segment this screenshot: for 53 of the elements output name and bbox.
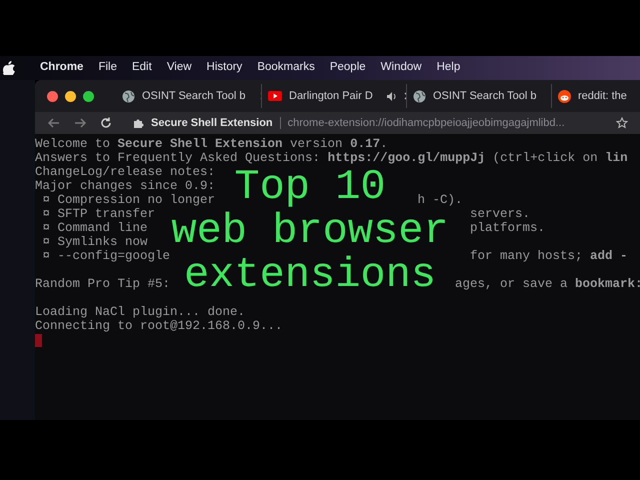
menu-item[interactable]: People	[330, 59, 366, 77]
terminal-text: for many hosts; add -	[470, 249, 628, 263]
star-icon[interactable]	[616, 117, 628, 129]
tab-title: OSINT Search Tool b	[433, 88, 537, 104]
video-play-icon	[268, 91, 282, 101]
overlay-title: web browser	[171, 209, 449, 253]
app-menu[interactable]: Chrome	[40, 59, 84, 77]
tab-title: Darlington Pair D	[289, 88, 373, 104]
puzzle-piece-icon	[133, 118, 144, 128]
menu-item[interactable]: File	[98, 59, 117, 77]
reload-icon[interactable]	[99, 116, 113, 130]
apple-logo-icon[interactable]	[3, 61, 15, 75]
overlay-title: extensions	[184, 253, 436, 297]
menu-item[interactable]: Edit	[132, 59, 152, 77]
minimize-window-icon[interactable]	[65, 90, 76, 102]
zoom-window-icon[interactable]	[83, 90, 94, 102]
terminal-text: Loading NaCl plugin... done.	[35, 305, 246, 319]
menu-item[interactable]: Help	[436, 59, 460, 77]
tab-title: reddit: the	[578, 88, 627, 104]
terminal-text: servers.	[470, 207, 530, 221]
back-arrow-icon[interactable]	[47, 116, 61, 130]
browser-tab[interactable]: OSINT Search Tool b	[116, 84, 261, 108]
terminal-text: Random Pro Tip #5:	[35, 277, 170, 291]
terminal-text: ¤ Symlinks now	[42, 235, 148, 249]
browser-tab[interactable]: Darlington Pair D	[261, 84, 406, 108]
terminal-text: ¤ Compression no longer	[42, 193, 216, 207]
menu-item[interactable]: Window	[380, 59, 422, 77]
menu-item[interactable]: History	[206, 59, 242, 77]
terminal-text: ¤ Command line	[42, 221, 148, 235]
speaker-icon[interactable]	[386, 92, 397, 100]
terminal-text: ChangeLog/release notes:	[35, 165, 216, 179]
terminal-text: ages, or save a bookmark:	[455, 277, 640, 291]
alien-face-icon	[558, 90, 571, 102]
globe-icon	[413, 90, 426, 102]
terminal-text: ¤ --config=google	[42, 249, 170, 263]
url-text: chrome-extension://iodihamcpbpeioajjeobimgagajmlibd...	[288, 116, 565, 131]
terminal-text: Connecting to root@192.168.0.9...	[35, 319, 283, 333]
terminal-text: ¤ SFTP transfer	[42, 207, 156, 221]
menu-item[interactable]: Bookmarks	[257, 59, 315, 77]
tab-title: OSINT Search Tool b	[142, 88, 246, 104]
terminal-text: Answers to Frequently Asked Questions: https://goo.gl/muppJj (ctrl+click on lin	[35, 151, 628, 165]
site-name: Secure Shell Extension	[151, 116, 273, 131]
globe-icon	[122, 90, 135, 102]
browser-tab[interactable]: OSINT Search Tool b	[406, 84, 551, 108]
terminal-text: h -C).	[418, 193, 463, 207]
terminal-text: Major changes since 0.9:	[35, 179, 216, 193]
browser-tab[interactable]: reddit: the	[551, 84, 640, 108]
menu-item[interactable]: View	[166, 59, 192, 77]
terminal-text: platforms.	[470, 221, 546, 235]
terminal-text: Welcome to Secure Shell Extension version 0.17.	[35, 137, 388, 151]
forward-arrow-icon[interactable]	[73, 116, 87, 130]
overlay-title: Top 10	[234, 165, 386, 209]
close-window-icon[interactable]	[47, 90, 58, 102]
